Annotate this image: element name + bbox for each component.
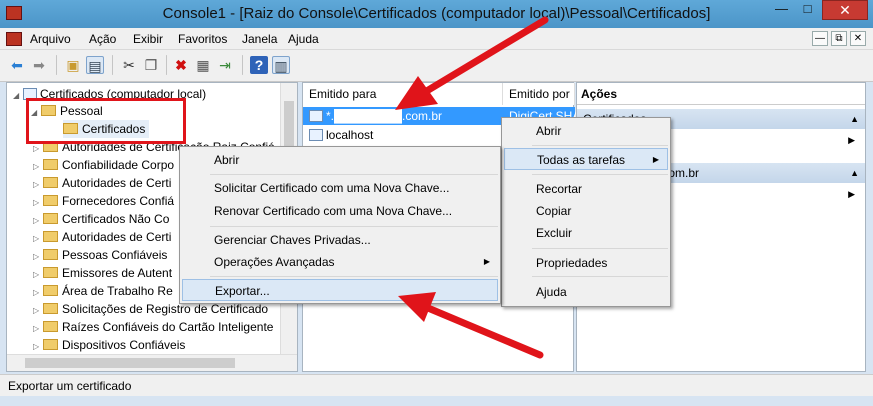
annotation-arrow-bottom [398, 292, 544, 359]
annotation-arrow-top [395, 16, 549, 110]
status-bar: Exportar um certificado [0, 374, 873, 396]
status-text: Exportar um certificado [8, 379, 132, 393]
annotation-arrows [395, 16, 549, 359]
